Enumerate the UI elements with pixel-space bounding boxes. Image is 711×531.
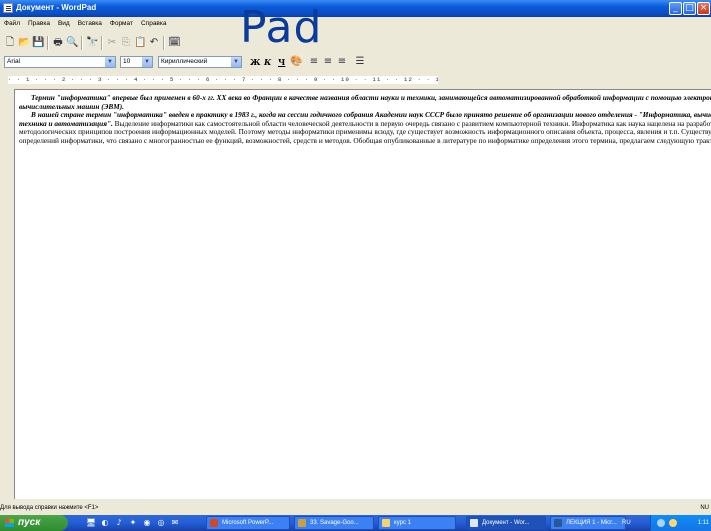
align-center-icon[interactable]: ≡ bbox=[322, 56, 334, 68]
maximize-button[interactable]: □ bbox=[683, 2, 696, 15]
close-button[interactable]: × bbox=[697, 2, 710, 15]
wordpad-app-icon[interactable] bbox=[3, 3, 13, 13]
menu-help[interactable]: Справка bbox=[137, 17, 171, 30]
task-label: 33. Savage-Goo... bbox=[310, 520, 359, 526]
font-name-value: Arial bbox=[7, 58, 21, 65]
menu-view[interactable]: Вид bbox=[54, 17, 74, 30]
font-size-value: 10 bbox=[123, 58, 131, 65]
copy-icon[interactable]: ⎘ bbox=[120, 37, 132, 49]
font-name-select[interactable]: Arial ▼ bbox=[4, 56, 116, 68]
italic-button[interactable]: К bbox=[264, 56, 271, 68]
task-word[interactable]: ЛЕКЦИЯ 1 - Micr... bbox=[550, 516, 626, 530]
window-title: Документ - WordPad bbox=[16, 3, 97, 12]
menu-edit[interactable]: Правка bbox=[24, 17, 54, 30]
browser-icon[interactable]: ◐ bbox=[100, 518, 110, 528]
open-icon[interactable]: 📂 bbox=[18, 37, 30, 49]
task-label: ЛЕКЦИЯ 1 - Micr... bbox=[566, 520, 617, 526]
paragraph-1-text: Термин "информатика" впервые был примене… bbox=[19, 93, 711, 111]
chevron-down-icon[interactable]: ▼ bbox=[231, 57, 241, 67]
menu-bar: Файл Правка Вид Вставка Формат Справка bbox=[0, 17, 711, 30]
undo-icon[interactable]: ↶ bbox=[148, 37, 160, 49]
toolbar-separator bbox=[163, 36, 165, 50]
wordpad-icon bbox=[470, 519, 478, 527]
app-icon bbox=[298, 519, 306, 527]
ruler[interactable]: · · 1 · · · 2 · · · 3 · · · 4 · · · 5 · … bbox=[0, 73, 711, 87]
chevron-down-icon[interactable]: ▼ bbox=[142, 57, 152, 67]
minimize-button[interactable]: _ bbox=[669, 2, 682, 15]
ruler-scale: · · 1 · · · 2 · · · 3 · · · 4 · · · 5 · … bbox=[8, 76, 438, 84]
standard-toolbar: 🗋 📂 💾 🖶 🔍 🔭 ✂ ⎘ 📋 ↶ 🗓 bbox=[0, 34, 711, 52]
taskbar: пуск 🖥 ◐ ♪ ✦ ◉ ◎ ✉ Microsoft PowerP... 3… bbox=[0, 515, 711, 531]
toolbar-separator bbox=[47, 36, 49, 50]
insert-date-icon[interactable]: 🗓 bbox=[168, 37, 181, 49]
font-size-select[interactable]: 10 ▼ bbox=[120, 56, 153, 68]
volume-icon[interactable] bbox=[669, 519, 677, 527]
bold-button[interactable]: Ж bbox=[250, 56, 261, 68]
powerpoint-icon bbox=[210, 519, 218, 527]
task-label: курс 1 bbox=[394, 520, 411, 526]
quicklaunch-icon[interactable]: ✉ bbox=[170, 518, 180, 528]
paragraph-2-text: Выделение информатики как самостоятельно… bbox=[19, 118, 711, 145]
task-wordpad[interactable]: Документ - Wor... bbox=[466, 516, 546, 530]
title-bar[interactable]: Документ - WordPad _ □ × bbox=[0, 0, 711, 17]
toolbar-separator bbox=[81, 36, 83, 50]
quicklaunch-icon[interactable]: ◉ bbox=[142, 518, 152, 528]
new-icon[interactable]: 🗋 bbox=[4, 37, 16, 49]
paragraph-1: Термин "информатика" впервые был примене… bbox=[19, 93, 711, 111]
find-icon[interactable]: 🔭 bbox=[86, 37, 98, 49]
bullets-icon[interactable]: ☰ bbox=[354, 56, 366, 68]
script-value: Кириллический bbox=[161, 58, 208, 65]
align-left-icon[interactable]: ≡ bbox=[308, 56, 320, 68]
cut-icon[interactable]: ✂ bbox=[106, 37, 118, 49]
quicklaunch-icon[interactable]: ◎ bbox=[156, 518, 166, 528]
script-select[interactable]: Кириллический ▼ bbox=[158, 56, 242, 68]
task-savage[interactable]: 33. Savage-Goo... bbox=[294, 516, 374, 530]
task-powerpoint[interactable]: Microsoft PowerP... bbox=[206, 516, 290, 530]
status-mode: NU bbox=[700, 505, 709, 511]
status-bar: Для вывода справки нажмите <F1> NU bbox=[0, 503, 711, 514]
chevron-down-icon[interactable]: ▼ bbox=[105, 57, 115, 67]
save-icon[interactable]: 💾 bbox=[32, 37, 44, 49]
quicklaunch-icon[interactable]: ✦ bbox=[128, 518, 138, 528]
print-icon[interactable]: 🖶 bbox=[52, 37, 64, 49]
align-right-icon[interactable]: ≡ bbox=[336, 56, 348, 68]
system-tray: RU 1:11 bbox=[622, 515, 711, 531]
language-indicator[interactable]: RU bbox=[622, 515, 631, 531]
paragraph-2: В нашей стране термин "информатика" введ… bbox=[19, 110, 711, 145]
task-folder[interactable]: курс 1 bbox=[378, 516, 456, 530]
paste-icon[interactable]: 📋 bbox=[134, 37, 146, 49]
menu-insert[interactable]: Вставка bbox=[74, 17, 106, 30]
clock[interactable]: 1:11 bbox=[698, 515, 709, 531]
color-icon[interactable]: 🎨 bbox=[290, 56, 302, 68]
document-text[interactable]: Термин "информатика" впервые был примене… bbox=[15, 90, 711, 145]
media-icon[interactable]: ♪ bbox=[114, 518, 124, 528]
folder-icon bbox=[382, 519, 390, 527]
print-preview-icon[interactable]: 🔍 bbox=[66, 37, 78, 49]
document-area[interactable]: Термин "информатика" впервые был примене… bbox=[14, 89, 711, 499]
word-icon bbox=[554, 519, 562, 527]
network-icon[interactable] bbox=[657, 519, 665, 527]
underline-button[interactable]: Ч bbox=[278, 56, 285, 68]
menu-file[interactable]: Файл bbox=[0, 17, 24, 30]
menu-format[interactable]: Формат bbox=[106, 17, 137, 30]
status-hint: Для вывода справки нажмите <F1> bbox=[0, 505, 99, 511]
format-toolbar: Arial ▼ 10 ▼ Кириллический ▼ Ж К Ч 🎨 ≡ ≡… bbox=[0, 55, 711, 71]
task-label: Документ - Wor... bbox=[482, 520, 530, 526]
start-button[interactable]: пуск bbox=[0, 515, 68, 531]
desktop-icon[interactable]: 🖥 bbox=[86, 518, 96, 528]
toolbar-separator bbox=[101, 36, 103, 50]
task-label: Microsoft PowerP... bbox=[222, 520, 274, 526]
